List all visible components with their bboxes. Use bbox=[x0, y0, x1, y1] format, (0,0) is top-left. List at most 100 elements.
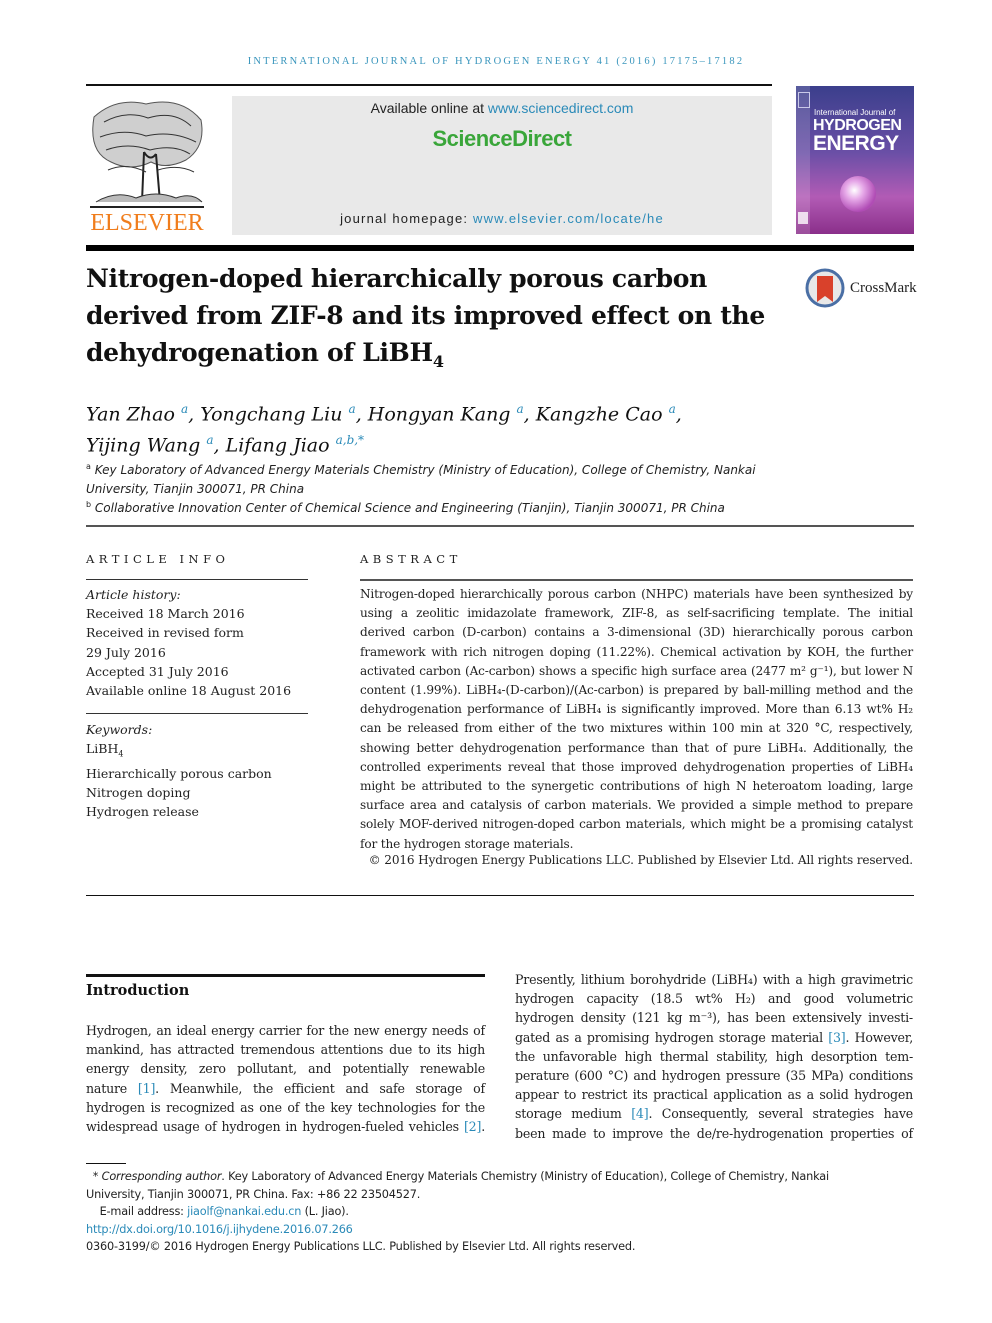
journal-homepage-line: journal homepage: www.elsevier.com/locat… bbox=[232, 211, 772, 226]
author-affiliation-mark[interactable]: a bbox=[517, 402, 524, 416]
email-line: E-mail address: jiaolf@nankai.edu.cn (L.… bbox=[86, 1203, 914, 1221]
author-separator: , bbox=[523, 403, 536, 426]
introduction-heading: Introduction bbox=[86, 982, 190, 999]
author-list: Yan Zhao a, Yongchang Liu a, Hongyan Kan… bbox=[86, 396, 846, 459]
body-line: hydrogen density (121 kg m⁻³), has been … bbox=[515, 1010, 913, 1026]
journal-homepage-link[interactable]: www.elsevier.com/locate/he bbox=[473, 211, 664, 226]
elsevier-mini-logo-icon bbox=[798, 92, 810, 108]
author-affiliation-mark[interactable]: a bbox=[349, 402, 356, 416]
sciencedirect-link[interactable]: www.sciencedirect.com bbox=[488, 100, 634, 116]
corresponding-author-text: . Key Laboratory of Advanced Energy Mate… bbox=[221, 1170, 829, 1183]
abstract-line: content (1.99%). LiBH₄-(D-carbon)/(Ac-ca… bbox=[360, 683, 913, 698]
article-info-rule bbox=[86, 579, 308, 580]
keyword-item[interactable]: Hydrogen release bbox=[86, 802, 316, 821]
header-rule bbox=[86, 84, 772, 86]
title-line-3-text: dehydrogenation of LiBH bbox=[86, 338, 433, 367]
author-separator: , bbox=[188, 403, 201, 426]
footnote-rule bbox=[86, 1163, 126, 1164]
keywords: Keywords: LiBH4 Hierarchically porous ca… bbox=[86, 720, 316, 822]
affiliation-text: Collaborative Innovation Center of Chemi… bbox=[94, 501, 725, 515]
history-item: Received 18 March 2016 bbox=[86, 606, 245, 622]
tree-icon bbox=[90, 101, 204, 208]
citation-link[interactable]: [4] bbox=[631, 1106, 648, 1121]
affiliation-b: b Collaborative Innovation Center of Che… bbox=[86, 495, 846, 518]
title-line-1: Nitrogen-doped hierarchically porous car… bbox=[86, 264, 708, 293]
article-history: Article history: Received 18 March 2016 … bbox=[86, 585, 316, 700]
body-line: hydrogen capacity (18.5 wt% H₂) and good… bbox=[515, 991, 913, 1007]
corresponding-author-note: * Corresponding author. Key Laboratory o… bbox=[86, 1168, 914, 1186]
cover-line1: International Journal of bbox=[814, 108, 896, 117]
available-online-line: Available online at www.sciencedirect.co… bbox=[232, 100, 772, 116]
citation-link[interactable]: [1] bbox=[138, 1081, 155, 1096]
abstract-rule bbox=[360, 579, 913, 581]
affiliation-text: Key Laboratory of Advanced Energy Materi… bbox=[94, 463, 756, 477]
affiliation-mark: a bbox=[86, 462, 91, 471]
keywords-label: Keywords: bbox=[86, 722, 153, 737]
sciencedirect-logo[interactable]: ScienceDirect bbox=[232, 126, 772, 152]
journal-cover-image[interactable]: International Journal of HYDROGEN ENERGY bbox=[796, 86, 914, 234]
author-separator: , bbox=[213, 434, 226, 457]
crossmark-label: CrossMark bbox=[850, 280, 917, 296]
author-name[interactable]: Yongchang Liu bbox=[200, 403, 342, 425]
author-name[interactable]: Hongyan Kang bbox=[368, 403, 511, 425]
body-line: Presently, lithium borohydride (LiBH₄) w… bbox=[515, 972, 913, 987]
author-affiliation-mark[interactable]: a,b,* bbox=[336, 433, 364, 447]
body-line: nature [1]. Meanwhile, the efficient and… bbox=[86, 1079, 485, 1098]
body-text: widespread usage of hydrogen in hydrogen… bbox=[86, 1119, 464, 1135]
keywords-rule bbox=[86, 713, 308, 714]
header-thick-rule bbox=[86, 245, 914, 251]
abstract-line-last: for the hydrogen storage materials. bbox=[360, 836, 574, 851]
author-name[interactable]: Yan Zhao bbox=[86, 403, 175, 425]
abstract-line: might be attributed to the synergetic co… bbox=[360, 779, 913, 794]
footnotes: * Corresponding author. Key Laboratory o… bbox=[86, 1168, 914, 1256]
body-line: the unfavorable high thermal stability, … bbox=[515, 1048, 913, 1064]
abstract-line: dehydrogenation performance of LiBH₄ is … bbox=[360, 702, 913, 717]
keyword-item[interactable]: LiBH4 bbox=[86, 739, 316, 764]
abstract-line: showing better dehydrogenation performan… bbox=[360, 740, 913, 755]
author-name[interactable]: Kangzhe Cao bbox=[536, 403, 663, 425]
keyword-item[interactable]: Hierarchically porous carbon bbox=[86, 764, 316, 783]
body-text: . Meanwhile, the efficient and safe stor… bbox=[155, 1080, 485, 1096]
author-separator: , bbox=[675, 403, 682, 426]
author-name[interactable]: Lifang Jiao bbox=[226, 435, 330, 457]
keyword-item[interactable]: Nitrogen doping bbox=[86, 783, 316, 802]
body-line: energy density, zero pollutant, and pote… bbox=[86, 1061, 485, 1077]
body-text: . bbox=[481, 1119, 485, 1135]
title-line-2: derived from ZIF-8 and its improved effe… bbox=[86, 301, 766, 330]
homepage-prefix: journal homepage: bbox=[340, 211, 473, 226]
history-item: Accepted 31 July 2016 bbox=[86, 663, 229, 679]
doi-link[interactable]: http://dx.doi.org/10.1016/j.ijhydene.201… bbox=[86, 1221, 914, 1239]
author-affiliation-mark[interactable]: a bbox=[206, 433, 213, 447]
cover-orb-icon bbox=[840, 176, 876, 212]
abstract-line: derived carbon (D-carbon) contains a 3-d… bbox=[360, 625, 913, 640]
history-item: Available online 18 August 2016 bbox=[86, 683, 292, 699]
abstract-copyright: © 2016 Hydrogen Energy Publications LLC.… bbox=[368, 853, 913, 867]
body-text: nature bbox=[86, 1080, 138, 1096]
citation-link[interactable]: [2] bbox=[464, 1119, 481, 1134]
author-affiliation-mark[interactable]: a bbox=[669, 402, 676, 416]
author-name[interactable]: Yijing Wang bbox=[86, 435, 200, 457]
crossmark-button[interactable]: CrossMark bbox=[805, 268, 920, 310]
corresponding-author-text-cont: University, Tianjin 300071, PR China. Fa… bbox=[86, 1187, 421, 1201]
body-line: widespread usage of hydrogen in hydrogen… bbox=[86, 1117, 485, 1136]
footnote-asterisk: * bbox=[92, 1170, 102, 1183]
abstract-line: using a zeolitic imidazolate framework, … bbox=[360, 606, 913, 621]
author-line-1: Yan Zhao a, Yongchang Liu a, Hongyan Kan… bbox=[86, 396, 846, 427]
citation-link[interactable]: [3] bbox=[828, 1030, 845, 1045]
affiliation-mark: b bbox=[86, 500, 92, 509]
history-item: 29 July 2016 bbox=[86, 644, 166, 660]
history-label: Article history: bbox=[86, 587, 181, 602]
body-text: . However, bbox=[845, 1029, 913, 1045]
title-subscript: 4 bbox=[432, 352, 444, 371]
introduction-right-column: Presently, lithium borohydride (LiBH₄) w… bbox=[515, 970, 913, 1143]
email-link[interactable]: jiaolf@nankai.edu.cn bbox=[187, 1205, 301, 1218]
elsevier-wordmark[interactable]: ELSEVIER bbox=[86, 210, 208, 237]
abstract-line: framework with rich nitrogen doping (11.… bbox=[360, 644, 913, 659]
article-info-heading: ARTICLE INFO bbox=[86, 552, 230, 566]
abstract-body: Nitrogen-doped hierarchically porous car… bbox=[360, 585, 913, 854]
email-suffix: (L. Jiao). bbox=[301, 1205, 349, 1218]
crossmark-icon bbox=[805, 268, 845, 308]
introduction-rule bbox=[86, 974, 485, 977]
abstract-end-rule bbox=[86, 895, 914, 896]
abstract-line: controlled experiments reveal that those… bbox=[360, 759, 913, 774]
